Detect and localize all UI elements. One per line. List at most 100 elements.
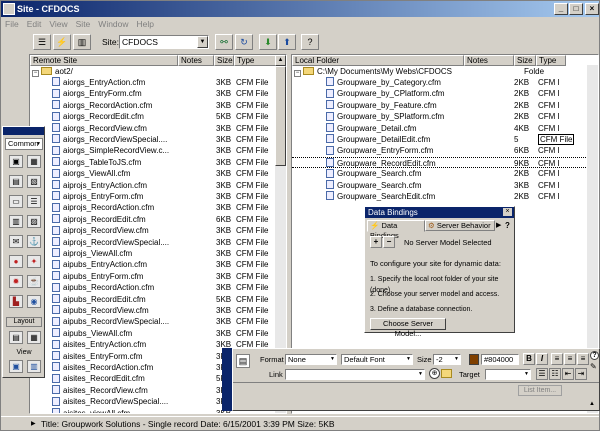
date-icon[interactable]: ▥ — [9, 215, 23, 228]
col-local-size[interactable]: Size — [514, 55, 536, 66]
remote-root[interactable]: − aot2/ — [32, 66, 73, 77]
table-row[interactable]: aipubs_EntryAction.cfm3KBCFM File1 — [30, 259, 286, 270]
table-row[interactable]: Groupware_Search.cfm 3KB CFM I — [292, 179, 588, 191]
table-row[interactable]: Groupware_by_SPlatform.cfm 2KB CFM I — [292, 111, 588, 122]
site-select[interactable]: CFDOCS ▼ — [119, 35, 209, 49]
color-swatch[interactable] — [469, 354, 479, 365]
plugin-icon[interactable]: ▙ — [9, 295, 23, 308]
col-local-type[interactable]: Type — [536, 55, 566, 66]
unordered-list-icon[interactable]: ☰ — [536, 368, 548, 380]
site-files-icon[interactable]: ☰ — [33, 34, 51, 50]
italic-button[interactable]: I — [536, 353, 548, 365]
table-row[interactable]: Groupware_SearchEdit.cfm 2KB CFM I — [292, 191, 588, 202]
activex-icon[interactable]: ◉ — [27, 295, 41, 308]
table-row[interactable]: Groupware_by_Feature.cfm 2KB CFM I — [292, 100, 588, 111]
navbar-icon[interactable]: ☰ — [27, 195, 41, 208]
table-row[interactable]: aiprojs_RecordEdit.cfm6KBCFM File1 — [30, 214, 286, 225]
table-row[interactable]: aiprojs_RecordView.cfm3KBCFM File1 — [30, 225, 286, 236]
menu-window[interactable]: Window — [94, 17, 132, 31]
table-row[interactable]: aipubs_RecordEdit.cfm5KBCFM File1 — [30, 293, 286, 305]
menu-view[interactable]: View — [45, 17, 71, 31]
align-left-icon[interactable]: ≡ — [551, 353, 563, 365]
table-row[interactable]: aiorgs_RecordViewSpecial....3KBCFM File1 — [30, 134, 286, 145]
choose-server-model-button[interactable]: Choose Server Model... — [370, 318, 446, 338]
get-icon[interactable]: ⬇ — [259, 34, 277, 50]
format-select[interactable]: None ▼ — [285, 354, 337, 365]
quick-tag-editor-icon[interactable]: ✎ — [590, 362, 599, 371]
local-root[interactable]: − C:\My Documents\My Webs\CFDOCS Folde — [294, 66, 564, 77]
email-link-icon[interactable]: ✉ — [9, 235, 23, 248]
bold-button[interactable]: B — [523, 353, 535, 365]
table-row[interactable]: aipubs_RecordViewSpecial....3KBCFM File1 — [30, 316, 286, 327]
col-type[interactable]: Type — [234, 55, 276, 66]
table-row[interactable]: aiorgs_RecordAction.cfm3KBCFM File1 — [30, 100, 286, 111]
align-right-icon[interactable]: ≡ — [577, 353, 589, 365]
menu-file[interactable]: File — [1, 17, 23, 31]
table-row[interactable]: aiorgs_EntryAction.cfm3KBCFM File1 — [30, 77, 286, 88]
minimize-button[interactable]: _ — [554, 3, 568, 15]
table-row[interactable]: aiorgs_RecordEdit.cfm5KBCFM File1 — [30, 111, 286, 122]
col-local-notes[interactable]: Notes — [464, 55, 514, 66]
maximize-button[interactable]: □ — [569, 3, 583, 15]
table-icon[interactable]: ▤ — [9, 175, 23, 188]
table-row[interactable]: Groupware_RecordEdit.cfm 9KB CFM I — [292, 156, 588, 169]
applet-icon[interactable]: ☕ — [27, 275, 41, 288]
col-local-folder[interactable]: Local Folder — [292, 55, 464, 66]
close-button[interactable]: × — [585, 3, 599, 15]
table-row[interactable]: aiprojs_ViewAll.cfm3KBCFM File1 — [30, 248, 286, 259]
expand-icon[interactable]: ▥ — [73, 34, 91, 50]
table-row[interactable]: aipubs_RecordAction.cfm3KBCFM File1 — [30, 282, 286, 293]
col-size[interactable]: Size — [214, 55, 234, 66]
layer-icon[interactable]: ▧ — [27, 175, 41, 188]
hr-icon[interactable]: ▭ — [9, 195, 23, 208]
tab-server-behaviors[interactable]: ⚙ Server Behavior — [425, 220, 495, 231]
menu-site[interactable]: Site — [72, 17, 95, 31]
help-icon[interactable]: ? — [301, 34, 319, 50]
menu-help[interactable]: Help — [133, 17, 158, 31]
font-select[interactable]: Default Font ▼ — [341, 354, 413, 365]
table-row[interactable]: aiprojs_EntryAction.cfm3KBCFM File1 — [30, 179, 286, 191]
col-notes[interactable]: Notes — [178, 55, 214, 66]
table-row[interactable]: aiorgs_EntryForm.cfm3KBCFM File1 — [30, 88, 286, 99]
table-row[interactable]: aipubs_ViewAll.cfm3KBCFM File1 — [30, 328, 286, 339]
collapse-icon[interactable]: − — [294, 70, 301, 77]
table-row[interactable]: Groupware_by_Category.cfm 2KB CFM I — [292, 77, 588, 88]
table-row[interactable]: aiorgs_ViewAll.cfm3KBCFM File1 — [30, 168, 286, 179]
connect-icon[interactable]: ⚯ — [215, 34, 233, 50]
outdent-icon[interactable]: ⇤ — [562, 368, 574, 380]
rollover-image-icon[interactable]: ▦ — [27, 155, 41, 168]
table-row[interactable]: aipubs_RecordView.cfm3KBCFM File1 — [30, 305, 286, 316]
tab-scroll-right-icon[interactable]: ▶ — [496, 220, 504, 231]
properties-help-icon[interactable]: ? — [590, 351, 599, 360]
collapse-properties-icon[interactable]: ▲ — [589, 401, 597, 409]
table-row[interactable]: aiprojs_EntryForm.cfm3KBCFM File1 — [30, 191, 286, 202]
add-binding-button[interactable]: + — [370, 236, 382, 248]
align-center-icon[interactable]: ≡ — [564, 353, 576, 365]
target-field[interactable]: ▼ — [485, 369, 531, 380]
refresh-icon[interactable]: ↻ — [235, 34, 253, 50]
point-to-file-icon[interactable]: ⊕ — [429, 368, 440, 379]
standard-view-icon[interactable]: ▤ — [9, 331, 23, 344]
layout-view-icon[interactable]: ▦ — [27, 331, 41, 344]
draw-layout-table-icon[interactable]: ▥ — [27, 360, 41, 373]
table-row[interactable]: aipubs_EntryForm.cfm3KBCFM File1 — [30, 271, 286, 282]
indent-icon[interactable]: ⇥ — [575, 368, 587, 380]
color-field[interactable]: #804000 — [481, 354, 519, 365]
remove-binding-button[interactable]: − — [383, 236, 395, 248]
table-row[interactable]: aiprojs_RecordViewSpecial.... 3KB CFM File… — [30, 236, 286, 248]
table-row[interactable]: Groupware_DetailEdit.cfm 5 CFM File — [292, 134, 588, 145]
image-icon[interactable]: ▣ — [9, 155, 23, 168]
site-map-icon[interactable]: ⚡ — [53, 34, 71, 50]
table-row[interactable]: aiorgs_RecordView.cfm3KBCFM File1 — [30, 122, 286, 134]
list-item-button[interactable]: List Item... — [518, 385, 562, 396]
table-row[interactable]: Groupware_Detail.cfm 4KB CFM I — [292, 122, 588, 134]
link-field[interactable]: ▼ — [285, 369, 425, 380]
browse-folder-icon[interactable] — [441, 369, 452, 378]
menu-edit[interactable]: Edit — [23, 17, 46, 31]
panel-help-icon[interactable]: ? — [505, 220, 514, 231]
collapse-icon[interactable]: − — [32, 70, 39, 77]
table-row[interactable]: Groupware_EntryForm.cfm 6KB CFM I — [292, 145, 588, 156]
table-row[interactable]: Groupware_Search.cfm 2KB CFM I — [292, 168, 588, 179]
draw-layout-cell-icon[interactable]: ▣ — [9, 360, 23, 373]
close-icon[interactable]: × — [503, 208, 512, 216]
